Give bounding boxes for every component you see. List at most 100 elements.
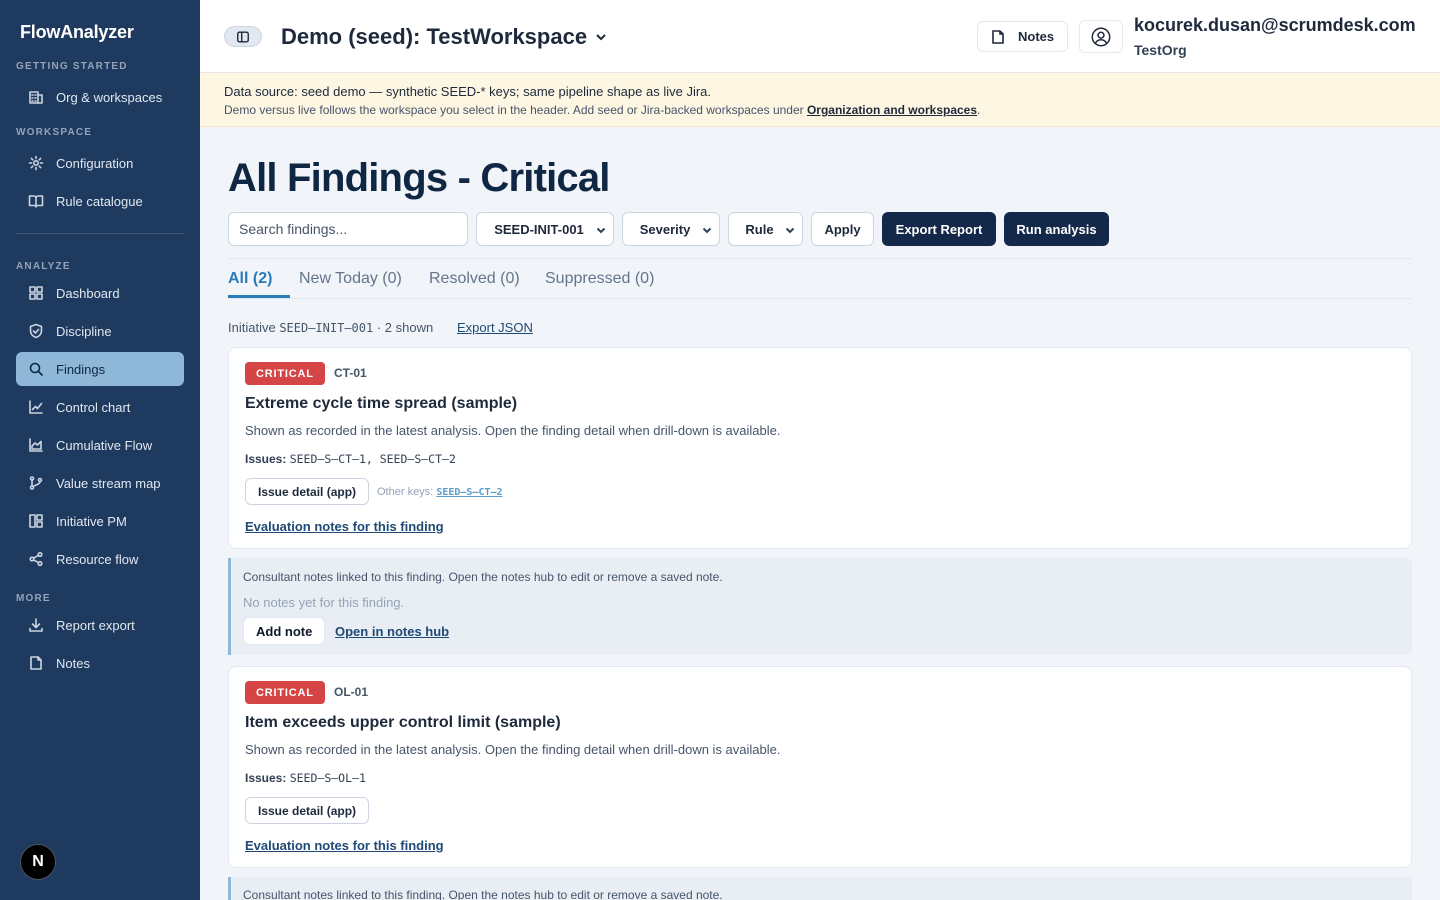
sidebar-item-label: Cumulative Flow — [56, 437, 153, 453]
area-chart-icon — [28, 437, 44, 453]
shield-check-icon — [28, 323, 44, 339]
sidebar-item-label: Org & workspaces — [56, 89, 163, 105]
organization-workspaces-link[interactable]: Organization and workspaces — [807, 103, 977, 117]
devtools-badge[interactable]: N — [20, 844, 56, 880]
add-note-button[interactable]: Add note — [243, 617, 326, 645]
meta-prefix: Initiative — [228, 320, 280, 335]
evaluation-notes-link[interactable]: Evaluation notes for this finding — [245, 838, 444, 853]
chevron-down-icon — [595, 224, 607, 236]
notes-button-label: Notes — [1018, 29, 1055, 44]
sidebar-toggle-button[interactable] — [224, 26, 262, 47]
sidebar-item-report-export[interactable]: Report export — [16, 608, 184, 642]
columns-icon — [28, 513, 44, 529]
sidebar-item-value-stream-map[interactable]: Value stream map — [16, 466, 184, 500]
banner-line-2-text: Demo versus live follows the workspace y… — [224, 103, 807, 117]
other-keys-label: Other keys: — [377, 486, 434, 498]
git-branch-icon — [28, 475, 44, 491]
issues-label: Issues: — [245, 452, 287, 466]
notes-panel: Consultant notes linked to this finding.… — [228, 877, 1412, 900]
sidebar: FlowAnalyzer GETTING STARTED Org & works… — [0, 0, 200, 900]
sidebar-item-label: Findings — [56, 361, 106, 377]
issue-detail-button[interactable]: Issue detail (app) — [245, 478, 370, 505]
divider — [228, 298, 1412, 299]
user-menu-button[interactable] — [1079, 20, 1123, 53]
sidebar-item-rule-catalogue[interactable]: Rule catalogue — [16, 184, 184, 218]
rule-code: CT-01 — [334, 366, 367, 380]
finding-description: Shown as recorded in the latest analysis… — [245, 423, 781, 438]
export-json-link[interactable]: Export JSON — [457, 320, 533, 335]
notes-hint: Consultant notes linked to this finding.… — [243, 570, 723, 584]
sidebar-item-findings[interactable]: Findings — [16, 352, 184, 386]
run-analysis-button[interactable]: Run analysis — [1004, 212, 1109, 246]
dashboard-icon — [28, 285, 44, 301]
notes-button[interactable]: Notes — [977, 21, 1068, 52]
sidebar-item-discipline[interactable]: Discipline — [16, 314, 184, 348]
search-input[interactable] — [228, 212, 468, 246]
section-label-workspace: WORKSPACE — [16, 127, 93, 138]
section-label-getting-started: GETTING STARTED — [16, 61, 128, 72]
finding-issues: Issues: SEED–S–OL–1 — [245, 771, 366, 785]
sidebar-item-control-chart[interactable]: Control chart — [16, 390, 184, 424]
user-circle-icon — [1091, 27, 1111, 46]
sidebar-item-label: Resource flow — [56, 551, 139, 567]
top-header: Demo (seed): TestWorkspace Notes kocurek… — [200, 0, 1440, 73]
severity-badge: CRITICAL — [245, 362, 325, 385]
notes-hint: Consultant notes linked to this finding.… — [243, 888, 723, 900]
tab-suppressed[interactable]: Suppressed (0) — [545, 270, 654, 288]
chevron-down-icon[interactable] — [594, 30, 608, 44]
share-icon — [28, 551, 44, 567]
sidebar-item-resource-flow[interactable]: Resource flow — [16, 542, 184, 576]
user-email: kocurek.dusan@scrumdesk.com — [1134, 15, 1416, 35]
initiative-select-value: SEED-INIT-001 — [494, 221, 584, 237]
download-icon — [28, 617, 44, 633]
other-key-link[interactable]: SEED–S–CT–2 — [436, 487, 502, 498]
finding-title[interactable]: Extreme cycle time spread (sample) — [245, 395, 517, 413]
sidebar-item-label: Report export — [56, 617, 135, 633]
line-chart-icon — [28, 399, 44, 415]
chevron-down-icon — [784, 224, 796, 236]
sidebar-item-dashboard[interactable]: Dashboard — [16, 276, 184, 310]
sidebar-item-label: Value stream map — [56, 475, 161, 491]
finding-title[interactable]: Item exceeds upper control limit (sample… — [245, 714, 561, 732]
tab-resolved[interactable]: Resolved (0) — [429, 270, 520, 288]
finding-card: CRITICAL CT-01 Extreme cycle time spread… — [228, 347, 1412, 549]
meta-count: · 2 shown — [373, 320, 434, 335]
data-source-banner: Data source: seed demo — synthetic SEED-… — [200, 73, 1440, 127]
sidebar-item-label: Initiative PM — [56, 513, 127, 529]
divider — [228, 258, 1412, 259]
sidebar-item-label: Notes — [56, 655, 90, 671]
notes-empty-state: No notes yet for this finding. — [243, 595, 405, 610]
chevron-down-icon — [701, 224, 713, 236]
sidebar-item-initiative-pm[interactable]: Initiative PM — [16, 504, 184, 538]
banner-line-1: Data source: seed demo — synthetic SEED-… — [224, 84, 712, 99]
initiative-select[interactable]: SEED-INIT-001 — [476, 212, 614, 246]
issues-label: Issues: — [245, 771, 287, 785]
sidebar-item-configuration[interactable]: Configuration — [16, 146, 184, 180]
sidebar-item-label: Discipline — [56, 323, 112, 339]
apply-button[interactable]: Apply — [811, 212, 874, 246]
results-meta: Initiative SEED–INIT–001 · 2 shown — [228, 320, 433, 335]
open-notes-hub-link[interactable]: Open in notes hub — [335, 624, 449, 639]
meta-initiative: SEED–INIT–001 — [279, 321, 374, 335]
sidebar-item-org-workspaces[interactable]: Org & workspaces — [16, 80, 184, 114]
sidebar-item-label: Dashboard — [56, 285, 120, 301]
finding-issues: Issues: SEED–S–CT–1, SEED–S–CT–2 — [245, 452, 456, 466]
tab-new-today[interactable]: New Today (0) — [299, 270, 402, 288]
sidebar-item-label: Control chart — [56, 399, 131, 415]
severity-select[interactable]: Severity — [622, 212, 720, 246]
issue-detail-button[interactable]: Issue detail (app) — [245, 797, 370, 824]
rule-select[interactable]: Rule — [728, 212, 803, 246]
sidebar-item-notes[interactable]: Notes — [16, 646, 184, 680]
sidebar-item-cumulative-flow[interactable]: Cumulative Flow — [16, 428, 184, 462]
user-org: TestOrg — [1134, 42, 1187, 58]
tab-all[interactable]: All (2) — [228, 270, 272, 288]
export-report-button[interactable]: Export Report — [882, 212, 996, 246]
brand-logo[interactable]: FlowAnalyzer — [20, 22, 134, 43]
issues-list: SEED–S–OL–1 — [289, 771, 366, 785]
note-icon — [28, 655, 44, 671]
page-title: All Findings - Critical — [228, 156, 610, 200]
evaluation-notes-link[interactable]: Evaluation notes for this finding — [245, 519, 444, 534]
sidebar-divider — [16, 233, 184, 234]
workspace-title[interactable]: Demo (seed): TestWorkspace — [281, 24, 587, 50]
note-icon — [992, 29, 1004, 44]
